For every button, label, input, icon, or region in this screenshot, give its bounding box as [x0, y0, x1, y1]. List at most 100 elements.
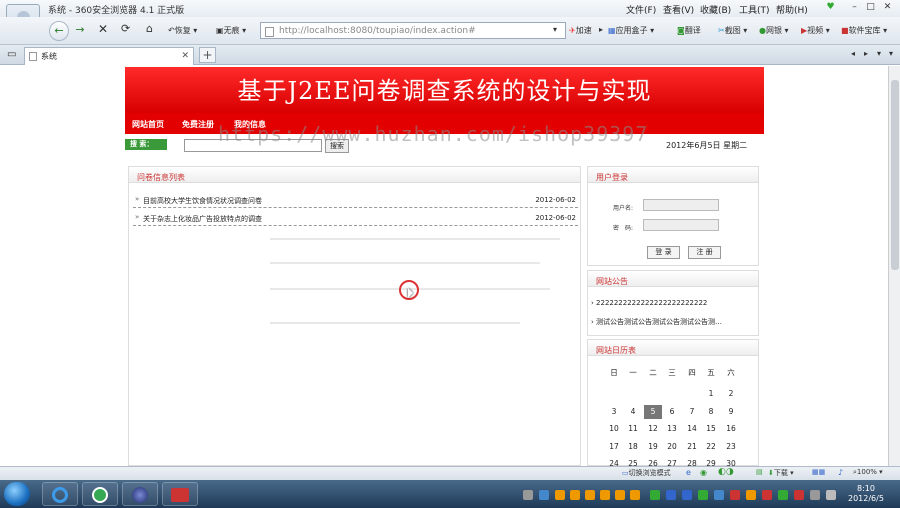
tray-qq-icon[interactable] [746, 490, 756, 500]
download-button[interactable]: ⬇下载 ▾ [768, 468, 794, 478]
address-bar[interactable]: http://localhost:8080/toupiao/index.acti… [260, 22, 566, 39]
go-icon[interactable]: ▸ [599, 25, 603, 34]
menu-file[interactable]: 文件(F) [626, 3, 656, 16]
survey-title[interactable]: 关于杂志上化妆品广告投放特点的调查 [143, 215, 262, 223]
calendar-day[interactable]: 26 [644, 457, 662, 471]
menu-tools[interactable]: 工具(T) [739, 3, 770, 16]
calendar-day[interactable]: 2 [722, 387, 740, 401]
system-clock[interactable]: 8:10 2012/6/5 [848, 484, 884, 504]
survey-item[interactable]: » 目前高校大学生饮食情况状况调查问卷 2012-06-02 [133, 193, 578, 208]
tray-network-icon[interactable] [810, 490, 820, 500]
calendar-day[interactable]: 19 [644, 440, 662, 454]
software-button[interactable]: ■软件宝库 ▾ [841, 25, 887, 36]
eclipse-taskbar-icon[interactable] [122, 482, 158, 506]
nav-register[interactable]: 免费注册 [182, 119, 214, 130]
username-field[interactable] [643, 199, 719, 211]
skin-icon[interactable]: ♥ [824, 2, 837, 14]
calendar-day[interactable]: 30 [722, 457, 740, 471]
new-tab-button[interactable]: + [199, 47, 216, 63]
survey-item[interactable]: » 关于杂志上化妆品广告投放特点的调查 2012-06-02 [133, 211, 578, 226]
password-field[interactable] [643, 219, 719, 231]
calendar-day[interactable]: 15 [702, 422, 720, 436]
tray-app-icon[interactable] [778, 490, 788, 500]
calendar-day[interactable]: 28 [683, 457, 701, 471]
tray-shield-icon[interactable] [666, 490, 676, 500]
calendar-day[interactable]: 21 [683, 440, 701, 454]
tray-network-icon[interactable] [539, 490, 549, 500]
tray-security-icon[interactable] [698, 490, 708, 500]
calendar-day[interactable]: 23 [722, 440, 740, 454]
tools-icon[interactable]: ▦▦ [812, 468, 825, 476]
back-button[interactable]: ← [49, 21, 69, 41]
translate-button[interactable]: ◙翻译 [677, 25, 701, 36]
home-icon[interactable]: ⌂ [146, 22, 153, 35]
notice-item[interactable]: › 2222222222222222222222222 [591, 299, 751, 307]
menu-view[interactable]: 查看(V) [663, 3, 694, 16]
incognito-button[interactable]: ▣无痕 ▾ [216, 25, 246, 36]
calendar-day[interactable]: 25 [624, 457, 642, 471]
scrollbar-thumb[interactable] [891, 80, 899, 270]
calendar-day[interactable]: 29 [702, 457, 720, 471]
stop-icon[interactable]: ✕ [98, 22, 108, 36]
calendar-day[interactable]: 1 [702, 387, 720, 401]
calendar-day[interactable]: 6 [663, 405, 681, 419]
tray-app-icon[interactable] [762, 490, 772, 500]
tray-qq-icon[interactable] [600, 490, 610, 500]
calendar-day[interactable]: 8 [702, 405, 720, 419]
calendar-day[interactable]: 12 [644, 422, 662, 436]
calendar-day[interactable]: 13 [663, 422, 681, 436]
tray-shield-icon[interactable] [682, 490, 692, 500]
tray-360-icon[interactable] [650, 490, 660, 500]
calendar-day[interactable]: 11 [624, 422, 642, 436]
start-button[interactable] [4, 482, 30, 506]
tray-qq-icon[interactable] [630, 490, 640, 500]
sidebar-toggle-icon[interactable]: ▭ [7, 49, 16, 60]
calendar-day[interactable]: 20 [663, 440, 681, 454]
tab-scroll-left-icon[interactable]: ◂ [851, 49, 855, 58]
calendar-day-today[interactable]: 5 [644, 404, 662, 419]
notice-item[interactable]: › 测试公告测试公告测试公告测试公告测… [591, 317, 751, 327]
calendar-day[interactable]: 9 [722, 405, 740, 419]
calendar-day[interactable]: 16 [722, 422, 740, 436]
toolbox-taskbar-icon[interactable] [162, 482, 198, 506]
register-button[interactable]: 注 册 [688, 246, 721, 259]
calendar-day[interactable]: 10 [605, 422, 623, 436]
calendar-day[interactable]: 18 [624, 440, 642, 454]
tray-flag-icon[interactable] [794, 490, 804, 500]
nav-home[interactable]: 网站首页 [132, 119, 164, 130]
refresh-icon[interactable]: ⟳ [121, 22, 130, 35]
plugin-icon[interactable]: ▤ [756, 468, 763, 476]
volume-icon[interactable]: ♪ [838, 468, 843, 477]
tray-qq-icon[interactable] [615, 490, 625, 500]
restore-button[interactable]: ↶恢复 ▾ [168, 25, 197, 36]
zoom-control[interactable]: ⌕100% ▾ [853, 468, 883, 477]
tray-volume-icon[interactable] [826, 490, 836, 500]
login-button[interactable]: 登 录 [647, 246, 680, 259]
calendar-day[interactable]: 27 [663, 457, 681, 471]
calendar-day[interactable]: 14 [683, 422, 701, 436]
calendar-day[interactable]: 22 [702, 440, 720, 454]
address-dropdown-icon[interactable]: ▾ [553, 25, 557, 34]
close-tab-icon[interactable]: ✕ [181, 51, 189, 61]
tab-scroll-right-icon[interactable]: ▸ [864, 49, 868, 58]
tab-menu-icon[interactable]: ▾ [889, 49, 893, 58]
close-window-button[interactable]: ✕ [881, 2, 894, 14]
bank-button[interactable]: ●网银 ▾ [759, 25, 789, 36]
app-box-button[interactable]: ▦应用盒子 ▾ [608, 25, 654, 36]
menu-favorites[interactable]: 收藏(B) [700, 3, 731, 16]
survey-title[interactable]: 目前高校大学生饮食情况状况调查问卷 [143, 197, 262, 205]
tray-ie-icon[interactable] [714, 490, 724, 500]
tray-qq-icon[interactable] [570, 490, 580, 500]
calendar-day[interactable]: 4 [624, 405, 642, 419]
tray-keyboard-icon[interactable] [523, 490, 533, 500]
menu-help[interactable]: 帮助(H) [776, 3, 808, 16]
minimize-button[interactable]: – [848, 2, 861, 14]
tray-qq-icon[interactable] [585, 490, 595, 500]
vertical-scrollbar[interactable] [888, 66, 900, 466]
maximize-button[interactable]: □ [864, 2, 877, 14]
ie-taskbar-icon[interactable] [42, 482, 78, 506]
tab-system[interactable]: 系统 ✕ [24, 47, 194, 65]
calendar-day[interactable]: 24 [605, 457, 623, 471]
forward-button[interactable]: → [70, 21, 90, 41]
tray-app-icon[interactable] [730, 490, 740, 500]
